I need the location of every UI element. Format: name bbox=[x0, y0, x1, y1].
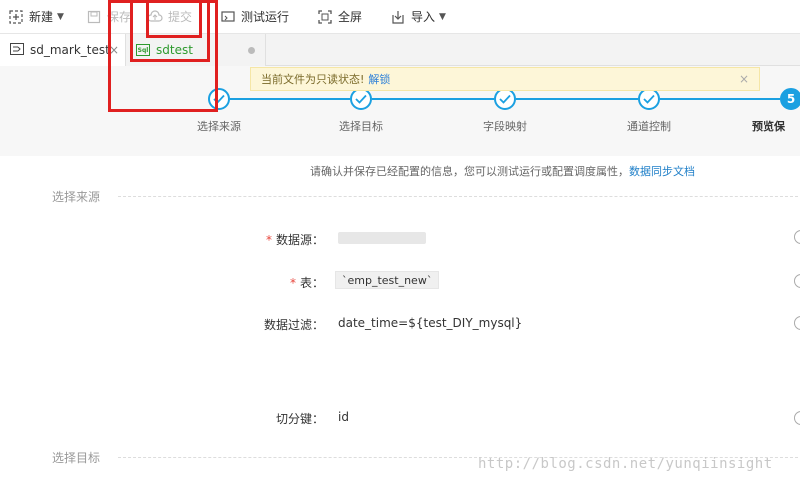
tab-label: sd_mark_test bbox=[30, 43, 110, 57]
new-button[interactable]: 新建 ▼ bbox=[0, 0, 72, 34]
step-connector bbox=[230, 98, 350, 100]
step-1-label: 选择来源 bbox=[197, 120, 241, 133]
step-4-check-icon[interactable] bbox=[638, 88, 660, 110]
step-5-number[interactable]: 5 bbox=[780, 88, 800, 110]
step-3-label: 字段映射 bbox=[483, 120, 527, 133]
required-mark: * bbox=[265, 233, 272, 247]
step-connector bbox=[372, 98, 494, 100]
annotation-box bbox=[146, 0, 202, 38]
save-icon bbox=[86, 9, 102, 25]
confirm-text: 请确认并保存已经配置的信息，您可以测试运行或配置调度属性， bbox=[310, 165, 629, 178]
step-4-label: 通道控制 bbox=[627, 120, 671, 133]
doc-link[interactable]: 数据同步文档 bbox=[629, 165, 695, 178]
required-mark: * bbox=[289, 276, 296, 290]
step-3-check-icon[interactable] bbox=[494, 88, 516, 110]
table-value: `emp_test_new` bbox=[335, 271, 440, 289]
data-sync-icon bbox=[10, 42, 24, 58]
filter-value: date_time=${test_DIY_mysql} bbox=[338, 316, 523, 330]
import-button[interactable]: 导入 ▼ bbox=[382, 0, 454, 34]
monitor-icon bbox=[220, 9, 236, 25]
datasource-value-redacted bbox=[338, 232, 426, 244]
step-2-label: 选择目标 bbox=[339, 120, 383, 133]
radio-button[interactable] bbox=[794, 411, 800, 425]
filter-label: 数据过滤： bbox=[263, 318, 324, 332]
fullscreen-button[interactable]: 全屏 bbox=[309, 0, 370, 34]
test-run-button-label: 测试运行 bbox=[240, 10, 289, 24]
import-button-label: 导入 bbox=[411, 10, 436, 24]
step-connector bbox=[516, 98, 638, 100]
test-run-button[interactable]: 测试运行 bbox=[212, 0, 297, 34]
new-button-label: 新建 bbox=[29, 10, 54, 24]
notice-text: 当前文件为只读状态! bbox=[261, 73, 365, 86]
table-label: * 表： bbox=[289, 276, 324, 290]
target-section-title: 选择目标 bbox=[52, 451, 101, 465]
chevron-down-icon: ▼ bbox=[57, 11, 64, 22]
import-icon bbox=[390, 9, 406, 25]
chevron-down-icon: ▼ bbox=[439, 11, 446, 22]
radio-button[interactable] bbox=[794, 230, 800, 244]
radio-button[interactable] bbox=[794, 274, 800, 288]
close-icon[interactable]: × bbox=[739, 72, 749, 86]
step-5-label: 预览保 bbox=[752, 120, 785, 133]
unsaved-dot-icon bbox=[248, 46, 255, 54]
readonly-notice: 当前文件为只读状态! 解锁 × bbox=[250, 67, 760, 91]
new-file-icon bbox=[8, 9, 24, 25]
datasource-label: * 数据源： bbox=[265, 233, 324, 247]
divider bbox=[118, 196, 798, 197]
step-connector bbox=[660, 98, 780, 100]
radio-button[interactable] bbox=[794, 316, 800, 330]
fullscreen-icon bbox=[317, 9, 333, 25]
confirm-message: 请确认并保存已经配置的信息，您可以测试运行或配置调度属性，数据同步文档 bbox=[310, 163, 695, 179]
split-key-label: 切分键： bbox=[275, 412, 324, 426]
split-key-value: id bbox=[338, 410, 349, 424]
unlock-link[interactable]: 解锁 bbox=[368, 71, 390, 87]
watermark-text: http://blog.csdn.net/yunqiinsight bbox=[478, 456, 773, 472]
fullscreen-button-label: 全屏 bbox=[337, 10, 362, 24]
source-section-title: 选择来源 bbox=[52, 190, 101, 204]
step-2-check-icon[interactable] bbox=[350, 88, 372, 110]
